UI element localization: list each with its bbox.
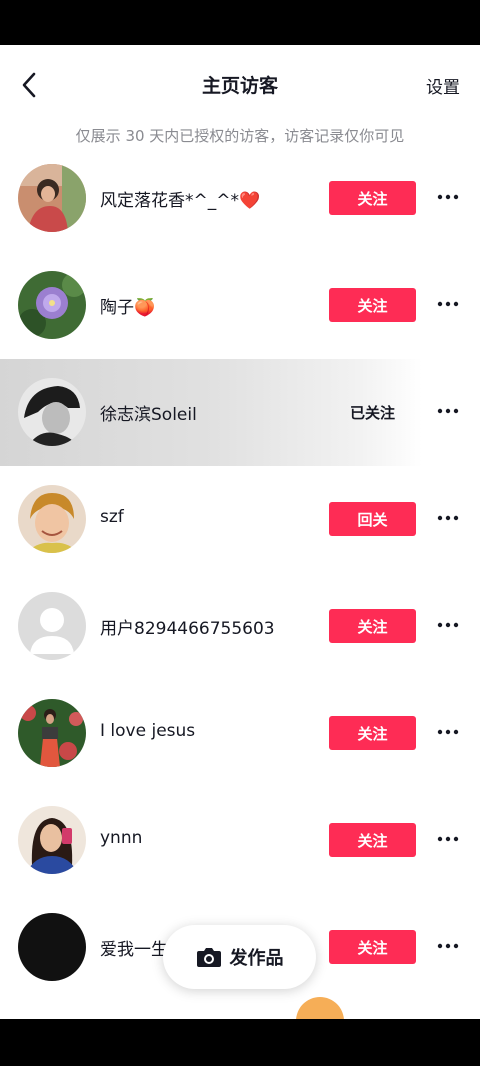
follow-button[interactable]: 关注 <box>329 181 416 215</box>
visitor-name: ynnn <box>100 828 143 848</box>
navigation-bar <box>0 1019 480 1066</box>
avatar[interactable] <box>18 378 86 446</box>
camera-icon <box>196 948 221 967</box>
more-button[interactable] <box>436 934 460 958</box>
more-dots-icon <box>437 622 459 628</box>
more-dots-icon <box>437 408 459 414</box>
more-dots-icon <box>437 515 459 521</box>
more-button[interactable] <box>436 827 460 851</box>
visitor-name: 风定落花香*^_^*❤️ <box>100 191 261 211</box>
avatar[interactable] <box>18 913 86 981</box>
visitor-name: 陶子🍑 <box>100 298 156 318</box>
privacy-notice: 仅展示 30 天内已授权的访客，访客记录仅你可见 <box>75 127 405 145</box>
more-button[interactable] <box>436 613 460 637</box>
visitor-row[interactable]: 陶子🍑 关注 <box>0 252 480 359</box>
visitor-row[interactable]: szf 回关 <box>0 466 480 573</box>
page-title: 主页访客 <box>201 75 278 97</box>
more-button[interactable] <box>436 506 460 530</box>
visitor-name: 用户8294466755603 <box>100 619 275 639</box>
settings-button[interactable]: 设置 <box>426 73 460 98</box>
visitor-name: 爱我一生 <box>100 940 168 960</box>
more-dots-icon <box>437 301 459 307</box>
more-button[interactable] <box>436 399 460 423</box>
visitor-row[interactable]: 徐志滨Soleil 已关注 <box>0 359 480 466</box>
follow-button[interactable]: 关注 <box>329 609 416 643</box>
more-button[interactable] <box>436 292 460 316</box>
visitor-name: 徐志滨Soleil <box>100 405 197 425</box>
avatar[interactable] <box>18 271 86 339</box>
visitors-screen: 主页访客 设置 仅展示 30 天内已授权的访客，访客记录仅你可见 风定落花香*^… <box>0 45 480 1019</box>
visitor-name: I love jesus <box>100 721 196 741</box>
follow-button[interactable]: 关注 <box>329 288 416 322</box>
avatar[interactable] <box>18 699 86 767</box>
status-bar <box>0 0 480 45</box>
follow-button[interactable]: 关注 <box>329 716 416 750</box>
follow-button[interactable]: 关注 <box>329 930 416 964</box>
follow-back-button[interactable]: 回关 <box>329 502 416 536</box>
visitor-row[interactable]: 风定落花香*^_^*❤️ 关注 <box>0 145 480 252</box>
more-dots-icon <box>437 729 459 735</box>
followed-button[interactable]: 已关注 <box>329 395 416 429</box>
publish-button[interactable]: 发作品 <box>163 925 316 989</box>
more-dots-icon <box>437 194 459 200</box>
header: 主页访客 设置 <box>0 45 480 125</box>
more-button[interactable] <box>436 720 460 744</box>
visitor-name: szf <box>100 507 124 527</box>
more-dots-icon <box>437 836 459 842</box>
more-dots-icon <box>437 943 459 949</box>
avatar[interactable] <box>18 164 86 232</box>
avatar[interactable] <box>18 592 86 660</box>
visitor-row[interactable]: ynnn 关注 <box>0 787 480 894</box>
follow-button[interactable]: 关注 <box>329 823 416 857</box>
more-button[interactable] <box>436 185 460 209</box>
visitor-row[interactable]: 用户8294466755603 关注 <box>0 573 480 680</box>
avatar[interactable] <box>18 806 86 874</box>
visitor-row[interactable]: I love jesus 关注 <box>0 680 480 787</box>
default-avatar-icon <box>18 592 86 660</box>
avatar[interactable] <box>18 485 86 553</box>
publish-label: 发作品 <box>229 948 284 969</box>
